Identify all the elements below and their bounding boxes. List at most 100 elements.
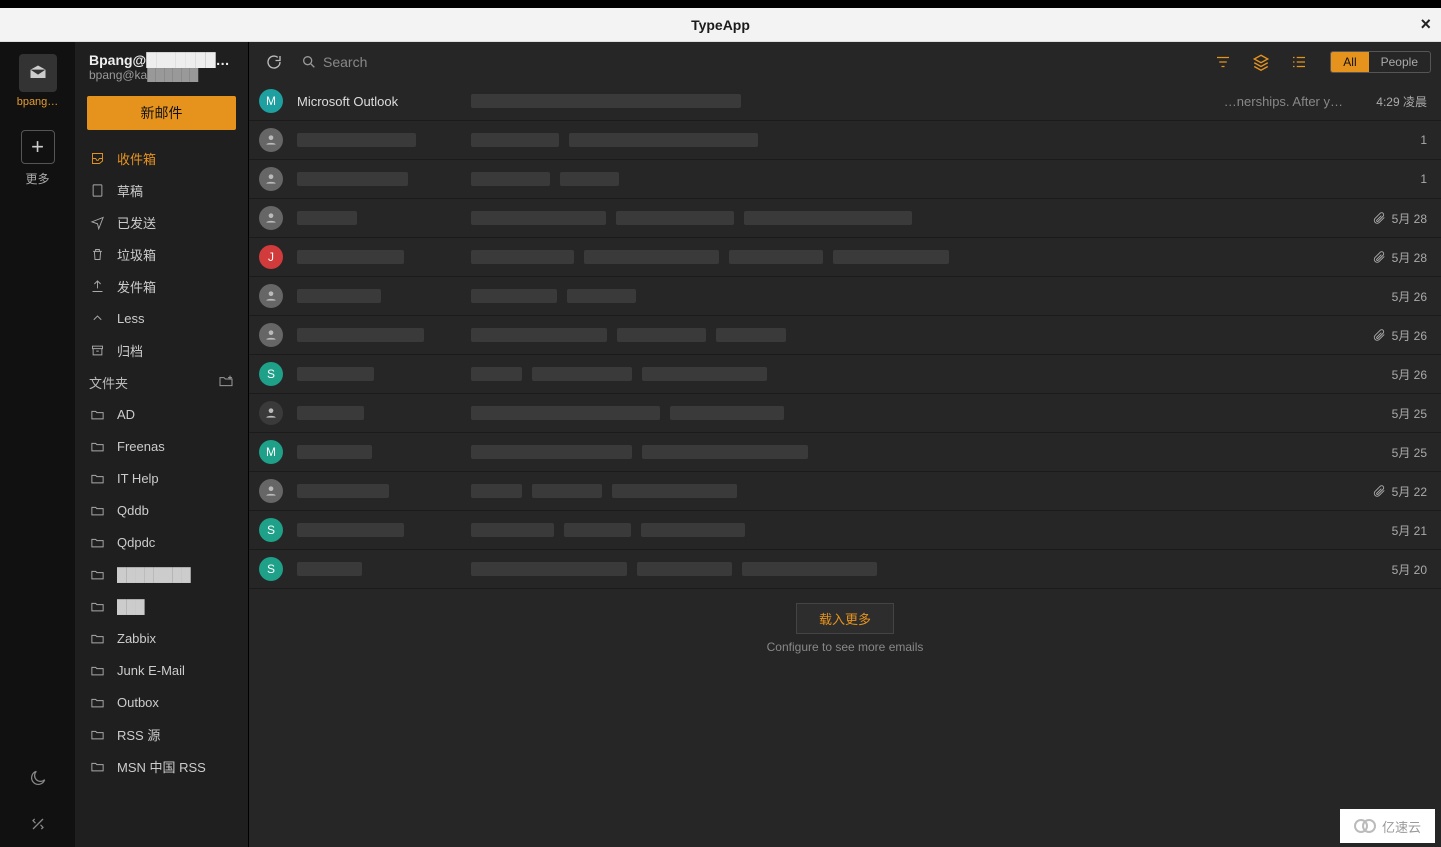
avatar	[259, 167, 283, 191]
refresh-button[interactable]	[259, 47, 289, 77]
message-row[interactable]: 5月 25	[249, 394, 1441, 433]
message-row[interactable]: S5月 21	[249, 511, 1441, 550]
message-date: 4:29 凌晨	[1357, 93, 1427, 110]
theme-toggle[interactable]	[0, 755, 75, 801]
watermark-icon	[1354, 815, 1376, 837]
attachment-icon	[1372, 250, 1386, 264]
message-row[interactable]: 1	[249, 160, 1441, 199]
folder-item[interactable]: RSS 源	[75, 718, 248, 750]
message-row[interactable]: MMicrosoft Outlook…nerships. After y…4:2…	[249, 82, 1441, 121]
folder-item[interactable]: Zabbix	[75, 622, 248, 654]
folder-item[interactable]: AD	[75, 398, 248, 430]
nav-inbox[interactable]: 收件箱	[75, 142, 248, 174]
message-subject	[471, 562, 1343, 576]
folder-item[interactable]: Qddb	[75, 494, 248, 526]
folder-item[interactable]: Outbox	[75, 686, 248, 718]
folder-item[interactable]: ████████	[75, 558, 248, 590]
message-date: 5月 26	[1357, 288, 1427, 305]
folder-icon	[89, 598, 105, 614]
app-root: bpang… + 更多 Bpang@███████… bpang@ka█████…	[0, 42, 1441, 847]
moon-icon	[28, 768, 48, 788]
stack-button[interactable]	[1246, 47, 1276, 77]
avatar: J	[259, 245, 283, 269]
message-subject	[471, 445, 1343, 459]
message-subject	[471, 484, 1343, 498]
message-sender	[297, 172, 457, 186]
close-icon[interactable]: ×	[1420, 14, 1431, 35]
folder-icon	[89, 470, 105, 486]
nav-sent[interactable]: 已发送	[75, 206, 248, 238]
message-row[interactable]: 5月 26	[249, 316, 1441, 355]
attachment-icon	[1372, 328, 1386, 342]
message-subject	[471, 211, 1343, 225]
message-row[interactable]: M5月 25	[249, 433, 1441, 472]
nav-trash[interactable]: 垃圾箱	[75, 238, 248, 270]
message-row[interactable]: J5月 28	[249, 238, 1441, 277]
tools-icon	[28, 814, 48, 834]
checklist-icon	[1290, 53, 1308, 71]
avatar: S	[259, 362, 283, 386]
message-date: 1	[1357, 172, 1427, 186]
sent-icon	[89, 214, 105, 230]
rail-account[interactable]	[19, 54, 57, 92]
archive-icon	[89, 342, 105, 358]
message-sender	[297, 328, 457, 342]
message-subject	[471, 523, 1343, 537]
message-subject	[471, 172, 1343, 186]
folder-icon	[89, 694, 105, 710]
folder-icon	[89, 758, 105, 774]
folder-icon	[89, 406, 105, 422]
message-row[interactable]: S5月 26	[249, 355, 1441, 394]
message-sender	[297, 289, 457, 303]
message-row[interactable]: 5月 22	[249, 472, 1441, 511]
message-row[interactable]: 1	[249, 121, 1441, 160]
folder-item[interactable]: ███	[75, 590, 248, 622]
accounts-rail: bpang… + 更多	[0, 42, 75, 847]
message-date: 5月 22	[1357, 483, 1427, 500]
search-input[interactable]	[323, 54, 583, 70]
avatar	[259, 401, 283, 425]
folder-icon	[89, 566, 105, 582]
account-email: bpang@ka██████	[89, 68, 234, 82]
message-date: 5月 26	[1357, 327, 1427, 344]
message-sender	[297, 211, 457, 225]
seg-people[interactable]: People	[1369, 52, 1430, 72]
compose-button[interactable]: 新邮件	[87, 96, 236, 130]
folder-item[interactable]: IT Help	[75, 462, 248, 494]
account-header[interactable]: Bpang@███████… bpang@ka██████	[75, 42, 248, 88]
avatar: S	[259, 557, 283, 581]
load-more-button[interactable]: 载入更多	[796, 603, 894, 634]
select-mode-button[interactable]	[1284, 47, 1314, 77]
nav-list: 收件箱 草稿 已发送 垃圾箱 发件箱 Less	[75, 142, 248, 847]
folder-item[interactable]: Junk E-Mail	[75, 654, 248, 686]
folder-item[interactable]: Freenas	[75, 430, 248, 462]
message-date: 5月 25	[1357, 405, 1427, 422]
add-account-button[interactable]: +	[21, 130, 55, 164]
nav-archive[interactable]: 归档	[75, 334, 248, 366]
os-top-strip	[0, 0, 1441, 8]
message-subject	[471, 133, 1343, 147]
avatar	[259, 479, 283, 503]
search-field[interactable]	[301, 54, 583, 70]
filter-button[interactable]	[1208, 47, 1238, 77]
message-row[interactable]: 5月 26	[249, 277, 1441, 316]
folder-icon	[89, 662, 105, 678]
folder-item[interactable]: MSN 中国 RSS	[75, 750, 248, 782]
add-folder-button[interactable]	[218, 373, 234, 392]
drafts-icon	[89, 182, 105, 198]
list-toolbar: All People	[249, 42, 1441, 82]
folder-item[interactable]: Qdpdc	[75, 526, 248, 558]
message-list[interactable]: MMicrosoft Outlook…nerships. After y…4:2…	[249, 82, 1441, 847]
folder-icon	[89, 502, 105, 518]
avatar: M	[259, 89, 283, 113]
message-row[interactable]: 5月 28	[249, 199, 1441, 238]
message-sender	[297, 367, 457, 381]
message-row[interactable]: S5月 20	[249, 550, 1441, 589]
stack-icon	[1252, 53, 1270, 71]
settings-button[interactable]	[0, 801, 75, 847]
seg-all[interactable]: All	[1331, 52, 1368, 72]
nav-drafts[interactable]: 草稿	[75, 174, 248, 206]
nav-outbox-top[interactable]: 发件箱	[75, 270, 248, 302]
nav-less[interactable]: Less	[75, 302, 248, 334]
avatar	[259, 206, 283, 230]
